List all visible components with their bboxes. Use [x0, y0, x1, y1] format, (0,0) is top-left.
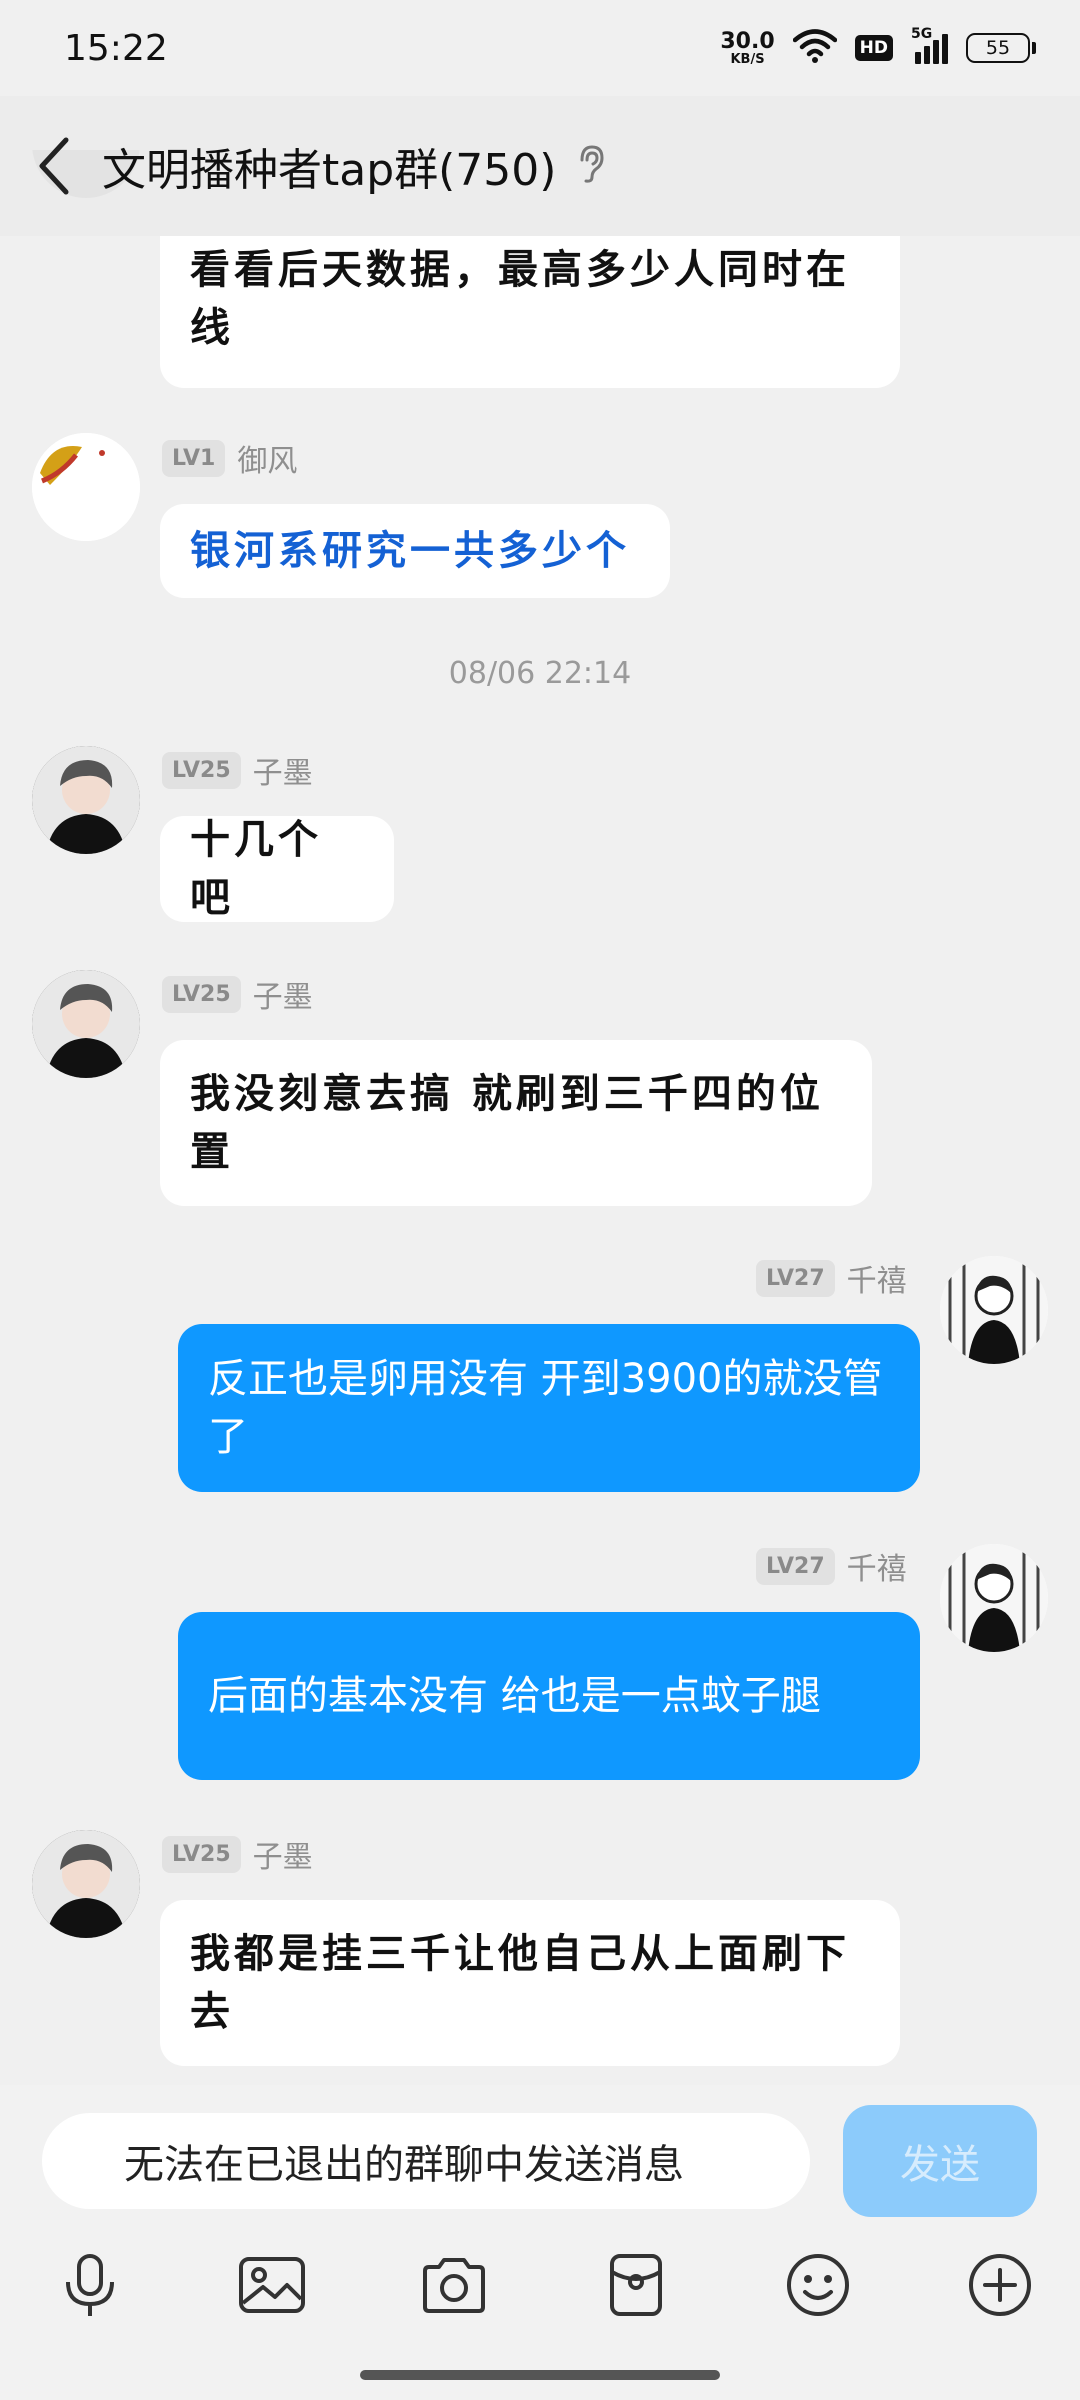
message-bubble[interactable]: 看看后天数据，最高多少人同时在线: [160, 210, 900, 388]
message-text: 我都是挂三千让他自己从上面刷下去: [190, 1930, 850, 2035]
input-bar: 无法在已退出的群聊中发送消息 发送: [0, 2085, 1080, 2230]
battery-level: 55: [985, 37, 1011, 59]
sender-meta: LV25 子墨: [162, 1832, 313, 1876]
status-bar: 15:22 30.0 KB/S HD 5G 55: [0, 0, 1080, 96]
message-bubble-self[interactable]: 后面的基本没有 给也是一点蚊子腿: [178, 1612, 920, 1780]
message-bubble[interactable]: 银河系研究一共多少个: [160, 504, 670, 598]
message-text: 后面的基本没有 给也是一点蚊子腿: [208, 1673, 821, 1719]
level-badge: LV1: [162, 439, 226, 477]
wifi-icon: [792, 29, 837, 67]
chat-header: 文明播种者tap群(750): [0, 96, 1080, 236]
sender-name[interactable]: 千禧: [847, 1544, 907, 1588]
level-badge: LV25: [162, 751, 241, 789]
message-bubble[interactable]: 我没刻意去搞 就刷到三千四的位置: [160, 1040, 872, 1206]
level-badge: LV25: [162, 1835, 241, 1873]
sender-name[interactable]: 御风: [237, 436, 297, 480]
level-badge: LV27: [756, 1547, 835, 1585]
microphone-icon[interactable]: [40, 2235, 140, 2335]
message-text: 看看后天数据，最高多少人同时在线: [190, 246, 850, 351]
sender-name[interactable]: 子墨: [253, 748, 313, 792]
sender-meta: LV25 子墨: [162, 972, 313, 1016]
signal-bar: [924, 46, 930, 64]
message-bubble-self[interactable]: 反正也是卵用没有 开到3900的就没管了: [178, 1324, 920, 1492]
emoji-icon[interactable]: [768, 2235, 868, 2335]
network-speed-value: 30.0: [720, 28, 775, 54]
battery-icon: 55: [966, 33, 1036, 63]
avatar[interactable]: [32, 433, 140, 541]
avatar[interactable]: [32, 1830, 140, 1938]
image-icon[interactable]: [222, 2235, 322, 2335]
my-avatar[interactable]: [940, 1256, 1048, 1364]
home-indicator[interactable]: [360, 2370, 720, 2380]
ear-icon[interactable]: [576, 144, 606, 188]
cellular-signal-icon: 5G: [911, 26, 948, 64]
send-button[interactable]: 发送: [843, 2105, 1037, 2217]
sender-meta: LV25 子墨: [162, 748, 313, 792]
sender-meta: LV27 千禧: [756, 1544, 907, 1588]
timestamp-divider: 08/06 22:14: [448, 656, 632, 691]
message-input-placeholder: 无法在已退出的群聊中发送消息: [124, 2142, 684, 2188]
message-list[interactable]: 看看后天数据，最高多少人同时在线 LV1 御风 银河系研究一共多少个 08/06…: [0, 150, 1080, 2085]
sender-meta: LV27 千禧: [756, 1256, 907, 1300]
sender-name[interactable]: 子墨: [253, 1832, 313, 1876]
network-speed-unit: KB/S: [730, 51, 765, 67]
message-text: 十几个吧: [190, 816, 322, 921]
message-bubble[interactable]: 我都是挂三千让他自己从上面刷下去: [160, 1900, 900, 2066]
avatar[interactable]: [32, 970, 140, 1078]
message-bubble[interactable]: 十几个吧: [160, 816, 394, 922]
input-toolbar: [0, 2230, 1080, 2340]
sender-meta: LV1 御风: [162, 436, 297, 480]
message-text: 反正也是卵用没有 开到3900的就没管了: [208, 1356, 883, 1460]
message-text: 我没刻意去搞 就刷到三千四的位置: [190, 1070, 824, 1175]
back-arrow-icon[interactable]: [36, 136, 72, 196]
status-icons: 30.0 KB/S HD 5G 55: [720, 26, 1036, 67]
level-badge: LV27: [756, 1259, 835, 1297]
signal-bar: [942, 34, 948, 64]
my-avatar[interactable]: [940, 1544, 1048, 1652]
network-speed: 30.0 KB/S: [720, 28, 775, 67]
avatar[interactable]: [32, 746, 140, 854]
message-input[interactable]: 无法在已退出的群聊中发送消息: [42, 2113, 810, 2209]
message-text: 银河系研究一共多少个: [190, 528, 630, 574]
sender-name[interactable]: 子墨: [253, 972, 313, 1016]
chat-title[interactable]: 文明播种者tap群(750): [102, 134, 556, 198]
signal-bar: [915, 52, 921, 64]
sender-name[interactable]: 千禧: [847, 1256, 907, 1300]
plus-icon[interactable]: [950, 2235, 1050, 2335]
red-packet-icon[interactable]: [586, 2235, 686, 2335]
hd-badge: HD: [854, 35, 893, 61]
status-time: 15:22: [64, 27, 168, 69]
camera-icon[interactable]: [404, 2235, 504, 2335]
signal-bar: [933, 40, 939, 64]
level-badge: LV25: [162, 975, 241, 1013]
network-type: 5G: [911, 26, 933, 42]
